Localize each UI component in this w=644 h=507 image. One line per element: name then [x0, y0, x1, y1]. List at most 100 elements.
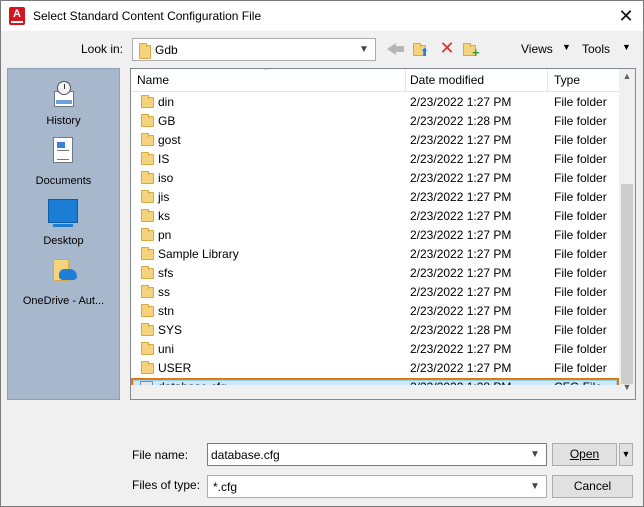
open-button[interactable]: Open: [552, 443, 617, 466]
file-list[interactable]: ⌃ Name Date modified Type din 2/23/2022 1…: [130, 68, 636, 400]
folder-icon: [141, 152, 154, 165]
place-label: History: [46, 115, 81, 127]
file-name: stn: [158, 304, 175, 318]
file-name: Sample Library: [158, 247, 239, 261]
file-row[interactable]: SYS 2/23/2022 1:28 PM File folder: [131, 321, 619, 340]
window-title: Select Standard Content Configuration Fi…: [33, 9, 262, 23]
place-onedrive[interactable]: OneDrive - Aut...: [8, 257, 119, 313]
file-date: 2/23/2022 1:27 PM: [410, 152, 512, 166]
scroll-down-icon[interactable]: ▼: [619, 382, 635, 396]
file-date: 2/23/2022 1:27 PM: [410, 190, 512, 204]
file-date: 2/23/2022 1:27 PM: [410, 361, 512, 375]
look-in-dropdown[interactable]: Gdb ▼: [132, 38, 376, 61]
file-row[interactable]: stn 2/23/2022 1:27 PM File folder: [131, 302, 619, 321]
file-dialog-window: Select Standard Content Configuration Fi…: [0, 0, 644, 507]
column-date-modified[interactable]: Date modified: [410, 73, 484, 87]
file-name: ks: [158, 209, 170, 223]
open-options-icon[interactable]: ▼: [619, 443, 633, 466]
column-type[interactable]: Type: [554, 73, 580, 87]
tools-dropdown-icon[interactable]: ▼: [622, 42, 631, 52]
chevron-down-icon[interactable]: ▼: [357, 42, 371, 57]
scrollbar-thumb[interactable]: [621, 184, 633, 384]
file-name: gost: [158, 133, 181, 147]
scroll-up-icon[interactable]: ▲: [619, 71, 635, 85]
vertical-scrollbar[interactable]: ▲ ▼: [619, 69, 635, 399]
file-type: File folder: [554, 133, 607, 147]
file-row[interactable]: ss 2/23/2022 1:27 PM File folder: [131, 283, 619, 302]
place-history[interactable]: History: [8, 75, 119, 131]
title-bar[interactable]: Select Standard Content Configuration Fi…: [1, 1, 643, 31]
file-row[interactable]: iso 2/23/2022 1:27 PM File folder: [131, 169, 619, 188]
new-folder-icon[interactable]: +: [462, 41, 480, 59]
sort-ascending-icon: ⌃: [262, 68, 270, 76]
column-name[interactable]: Name: [137, 73, 169, 87]
folder-icon: [141, 228, 154, 241]
file-date: 2/23/2022 1:27 PM: [410, 304, 512, 318]
file-row[interactable]: IS 2/23/2022 1:27 PM File folder: [131, 150, 619, 169]
history-icon: [50, 81, 76, 109]
file-type: File folder: [554, 361, 607, 375]
file-name: ss: [158, 285, 170, 299]
file-date: 2/23/2022 1:27 PM: [410, 285, 512, 299]
horizontal-scrollbar[interactable]: [131, 385, 619, 399]
file-row[interactable]: ks 2/23/2022 1:27 PM File folder: [131, 207, 619, 226]
folder-icon: [141, 190, 154, 203]
file-row[interactable]: pn 2/23/2022 1:27 PM File folder: [131, 226, 619, 245]
file-row[interactable]: din 2/23/2022 1:27 PM File folder: [131, 93, 619, 112]
views-dropdown-icon[interactable]: ▼: [562, 42, 571, 52]
column-divider[interactable]: [547, 69, 548, 92]
file-row[interactable]: gost 2/23/2022 1:27 PM File folder: [131, 131, 619, 150]
tools-button[interactable]: Tools: [582, 42, 610, 56]
up-one-level-icon[interactable]: ⬆: [412, 41, 430, 59]
file-type: File folder: [554, 95, 607, 109]
folder-icon: [139, 43, 151, 59]
file-row[interactable]: Sample Library 2/23/2022 1:27 PM File fold…: [131, 245, 619, 264]
chevron-down-icon[interactable]: ▼: [528, 447, 542, 462]
column-divider[interactable]: [405, 69, 406, 92]
delete-icon[interactable]: ✕: [438, 39, 456, 57]
place-label: Documents: [35, 175, 92, 187]
place-documents[interactable]: Documents: [8, 137, 119, 193]
files-of-type-dropdown[interactable]: *.cfg ▼: [207, 475, 547, 498]
file-name: USER: [158, 361, 192, 375]
file-type: File folder: [554, 114, 607, 128]
cancel-button[interactable]: Cancel: [552, 475, 633, 498]
desktop-icon: [48, 199, 78, 227]
file-row[interactable]: sfs 2/23/2022 1:27 PM File folder: [131, 264, 619, 283]
file-type: File folder: [554, 190, 607, 204]
chevron-down-icon[interactable]: ▼: [528, 479, 542, 494]
look-in-label: Look in:: [81, 42, 124, 56]
folder-icon: [141, 171, 154, 184]
file-type: File folder: [554, 209, 607, 223]
file-name: SYS: [158, 323, 183, 337]
file-name: din: [158, 95, 175, 109]
file-row[interactable]: uni 2/23/2022 1:27 PM File folder: [131, 340, 619, 359]
file-row[interactable]: GB 2/23/2022 1:28 PM File folder: [131, 112, 619, 131]
file-name: pn: [158, 228, 172, 242]
file-date: 2/23/2022 1:27 PM: [410, 133, 512, 147]
file-name: sfs: [158, 266, 174, 280]
files-of-type-label: Files of type:: [132, 478, 201, 492]
place-label: Desktop: [43, 235, 84, 247]
file-row[interactable]: USER 2/23/2022 1:27 PM File folder: [131, 359, 619, 378]
file-date: 2/23/2022 1:27 PM: [410, 266, 512, 280]
file-date: 2/23/2022 1:28 PM: [410, 323, 512, 337]
file-row[interactable]: jis 2/23/2022 1:27 PM File folder: [131, 188, 619, 207]
file-type: File folder: [554, 342, 607, 356]
file-type: File folder: [554, 323, 607, 337]
folder-icon: [141, 323, 154, 336]
folder-icon: [141, 133, 154, 146]
close-icon[interactable]: ✕: [615, 5, 637, 27]
folder-icon: [141, 114, 154, 127]
place-desktop[interactable]: Desktop: [8, 199, 119, 255]
file-type: File folder: [554, 228, 607, 242]
file-name-input[interactable]: [211, 447, 523, 462]
views-button[interactable]: Views: [521, 42, 553, 56]
place-label: OneDrive - Aut...: [22, 295, 105, 307]
folder-icon: [141, 342, 154, 355]
file-name-field[interactable]: ▼: [207, 443, 547, 466]
back-arrow-icon[interactable]: [387, 41, 405, 57]
folder-icon: [141, 209, 154, 222]
file-name: jis: [158, 190, 170, 204]
up-arrow-icon: ⬆: [420, 47, 430, 59]
